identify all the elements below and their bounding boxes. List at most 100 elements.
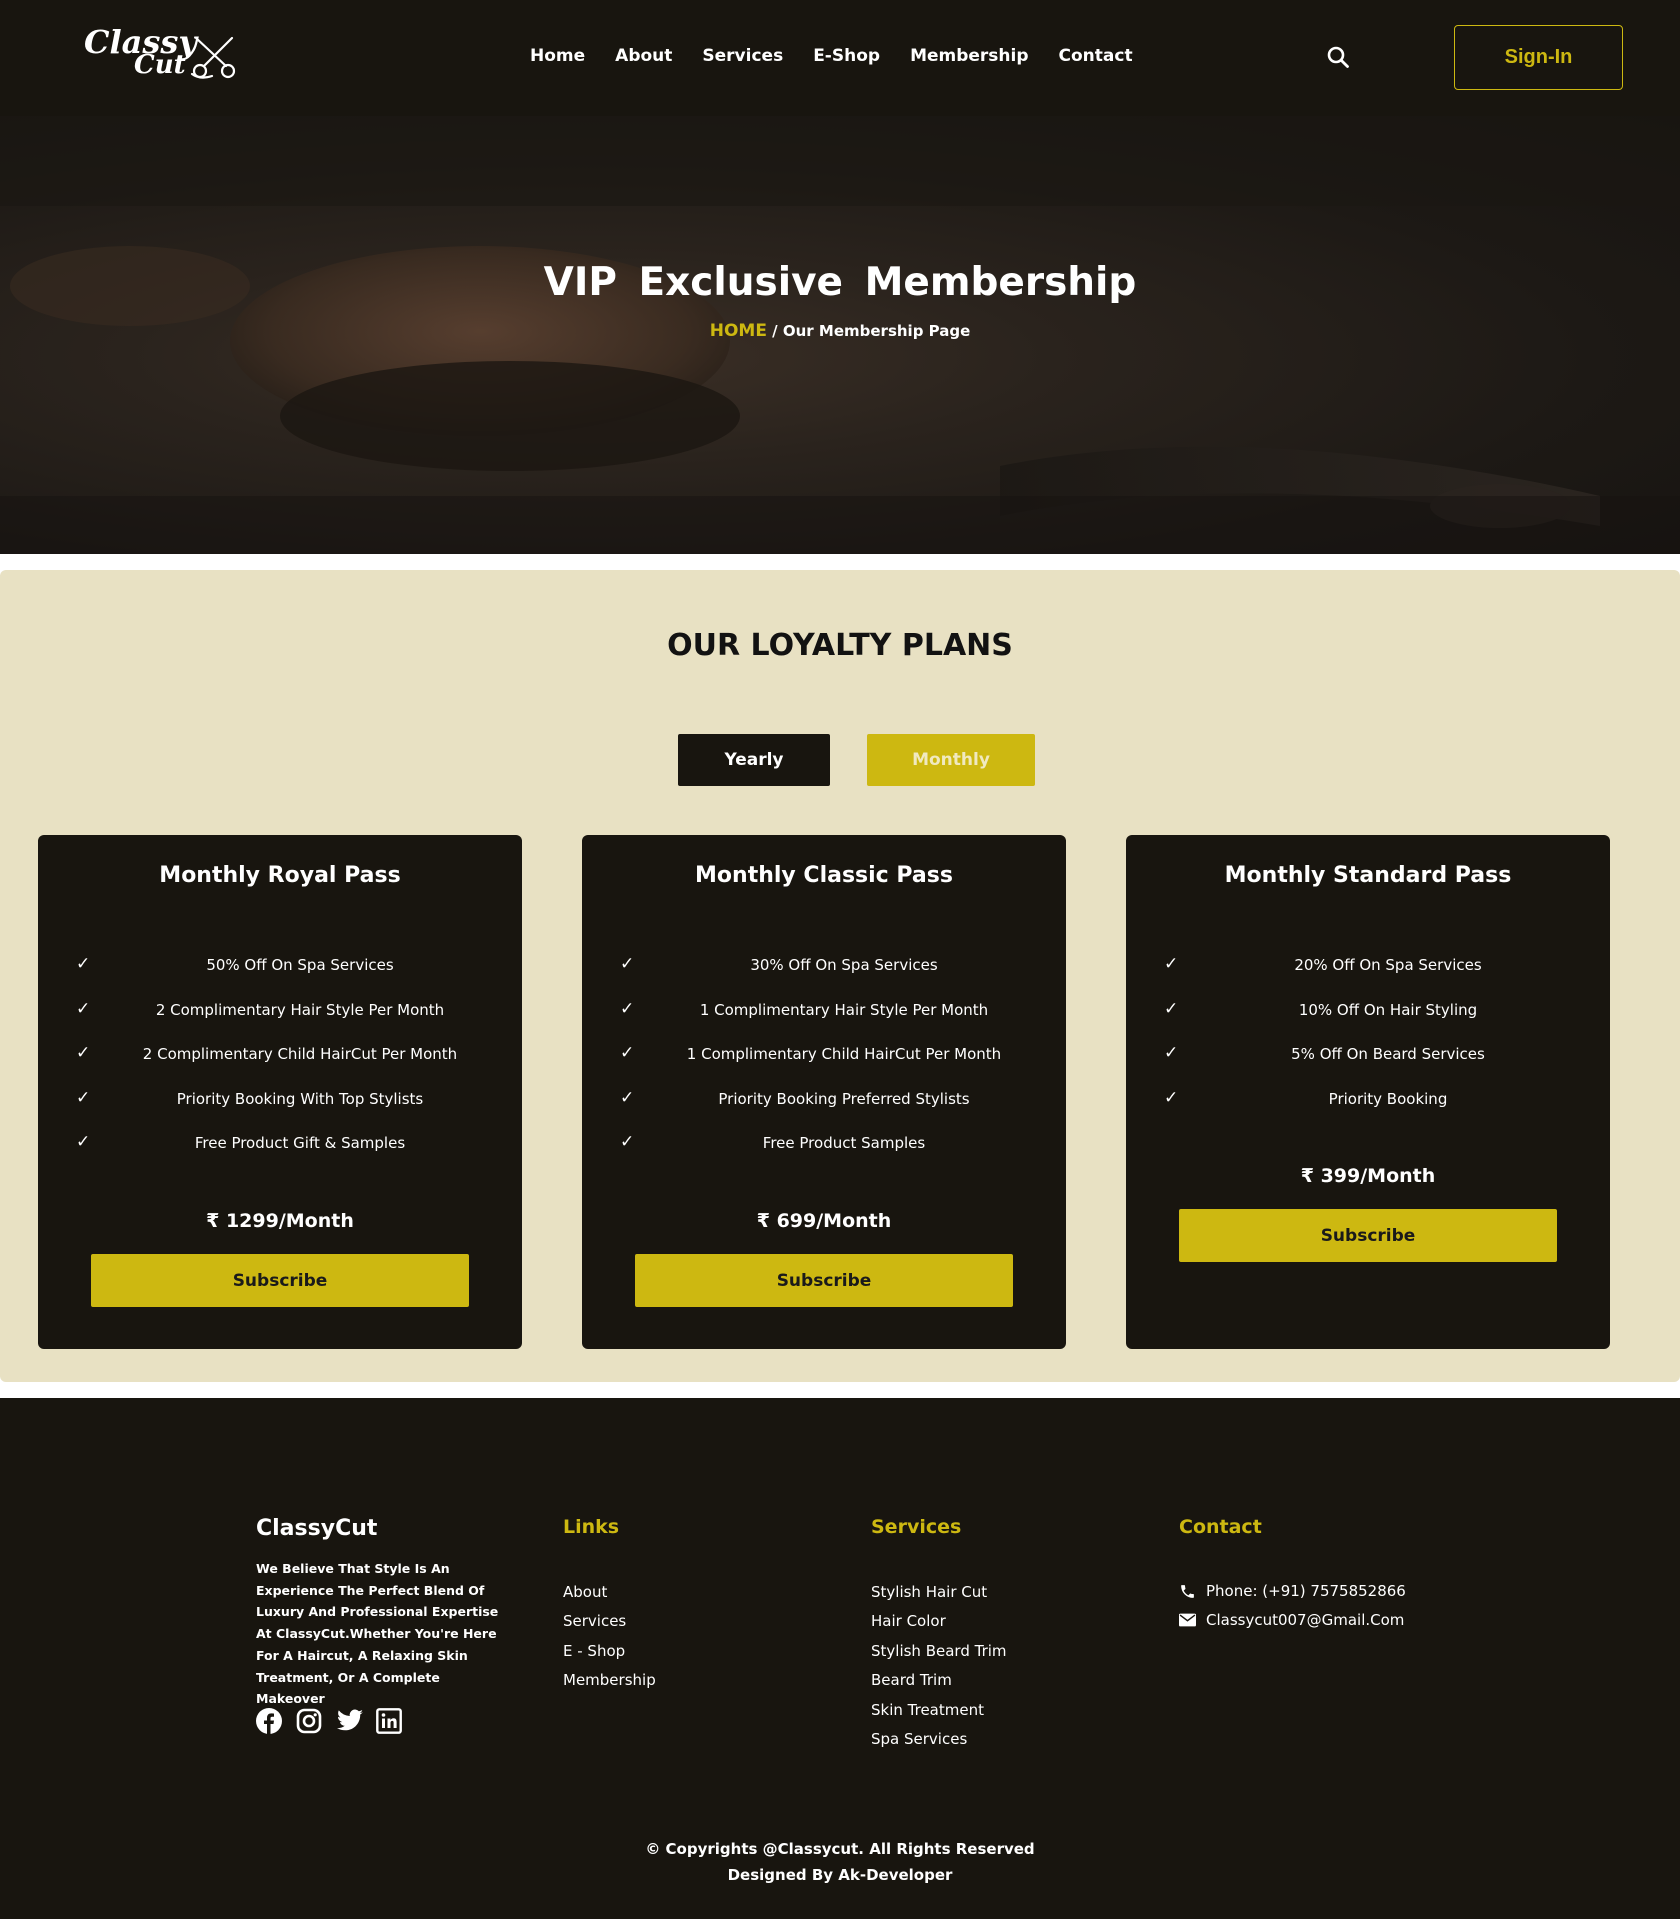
subscribe-button[interactable]: Subscribe — [635, 1254, 1013, 1307]
plan-feature: ✓ 5% Off On Beard Services — [1126, 1043, 1610, 1067]
plan-feature: ✓ 30% Off On Spa Services — [582, 954, 1066, 978]
check-icon: ✓ — [620, 1088, 635, 1108]
main-nav: Home About Services E-Shop Membership Co… — [530, 46, 1163, 66]
search-icon[interactable] — [1326, 45, 1350, 69]
feature-text: Free Product Gift & Samples — [194, 1134, 406, 1152]
designed-by-text: Designed By Ak-Developer — [727, 1866, 953, 1884]
footer-brand: ClassyCut — [256, 1516, 378, 1541]
yearly-toggle-button[interactable]: Yearly — [678, 734, 830, 786]
plan-feature: ✓ 50% Off On Spa Services — [38, 954, 522, 978]
feature-text: 2 Complimentary Hair Style Per Month — [155, 1001, 445, 1019]
footer-service-item[interactable]: Skin Treatment — [871, 1696, 1007, 1725]
subscribe-button[interactable]: Subscribe — [91, 1254, 469, 1307]
footer-contact-heading: Contact — [1179, 1516, 1262, 1538]
check-icon: ✓ — [620, 999, 635, 1019]
check-icon: ✓ — [1164, 999, 1179, 1019]
check-icon: ✓ — [76, 1088, 91, 1108]
plan-feature: ✓ Priority Booking — [1126, 1088, 1610, 1112]
breadcrumb-home-link[interactable]: HOME — [710, 321, 767, 341]
social-links — [256, 1708, 402, 1734]
plan-card-royal: Monthly Royal Pass ✓ 50% Off On Spa Servi… — [38, 835, 522, 1349]
breadcrumb-current: / Our Membership Page — [766, 322, 971, 340]
plan-price: ₹ 1299/Month — [206, 1210, 354, 1232]
feature-text: 1 Complimentary Child HairCut Per Month — [686, 1045, 1002, 1063]
plan-feature: ✓ Priority Booking With Top Stylists — [38, 1088, 522, 1112]
instagram-icon[interactable] — [296, 1708, 322, 1734]
check-icon: ✓ — [620, 1043, 635, 1063]
check-icon: ✓ — [76, 999, 91, 1019]
footer-description: We Believe That Style Is An Experience T… — [256, 1561, 499, 1707]
footer-service-item[interactable]: Spa Services — [871, 1725, 1007, 1754]
phone-icon — [1181, 1584, 1194, 1598]
plan-feature: ✓ Free Product Gift & Samples — [38, 1132, 522, 1156]
plan-price: ₹ 399/Month — [1300, 1165, 1436, 1187]
plan-title: Monthly Classic Pass — [695, 863, 953, 888]
copyright-text: © Copyrights @Classycut. All Rights Rese… — [645, 1840, 1035, 1858]
nav-services[interactable]: Services — [702, 46, 783, 66]
scissors-icon — [190, 36, 236, 79]
plan-feature: ✓ 1 Complimentary Child HairCut Per Month — [582, 1043, 1066, 1067]
nav-eshop[interactable]: E-Shop — [813, 46, 880, 66]
nav-membership[interactable]: Membership — [910, 46, 1028, 66]
plans-heading: OUR LOYALTY PLANS — [667, 628, 1013, 663]
plan-feature: ✓ 2 Complimentary Hair Style Per Month — [38, 999, 522, 1023]
footer-links-list: About Services E - Shop Membership — [563, 1578, 656, 1696]
feature-text: Free Product Samples — [762, 1134, 926, 1152]
feature-text: 20% Off On Spa Services — [1294, 956, 1482, 974]
footer-link-about[interactable]: About — [563, 1578, 656, 1607]
check-icon: ✓ — [620, 1132, 635, 1152]
plan-feature: ✓ 10% Off On Hair Styling — [1126, 999, 1610, 1023]
plan-feature: ✓ 1 Complimentary Hair Style Per Month — [582, 999, 1066, 1023]
nav-about[interactable]: About — [615, 46, 672, 66]
copyright: © Copyrights @Classycut. All Rights Rese… — [0, 1836, 1680, 1888]
check-icon: ✓ — [76, 1043, 91, 1063]
linkedin-icon[interactable] — [376, 1708, 402, 1734]
feature-text: Priority Booking — [1328, 1090, 1448, 1108]
check-icon: ✓ — [1164, 954, 1179, 974]
feature-text: 30% Off On Spa Services — [750, 956, 938, 974]
breadcrumb: HOME / Our Membership Page — [0, 321, 1680, 341]
footer-link-membership[interactable]: Membership — [563, 1666, 656, 1695]
plan-card-standard: Monthly Standard Pass ✓ 20% Off On Spa Se… — [1126, 835, 1610, 1349]
footer-email[interactable]: Classycut007@Gmail.Com — [1179, 1611, 1404, 1629]
plan-feature: ✓ 20% Off On Spa Services — [1126, 954, 1610, 978]
check-icon: ✓ — [1164, 1043, 1179, 1063]
feature-text: 10% Off On Hair Styling — [1298, 1001, 1478, 1019]
footer-link-eshop[interactable]: E - Shop — [563, 1637, 656, 1666]
feature-text: Priority Booking Preferred Stylists — [718, 1090, 970, 1108]
feature-text: Priority Booking With Top Stylists — [176, 1090, 424, 1108]
site-header: Classy Cut Home About Services E-Shop Me… — [0, 0, 1680, 116]
check-icon: ✓ — [1164, 1088, 1179, 1108]
footer-service-item[interactable]: Stylish Hair Cut — [871, 1578, 1007, 1607]
plan-feature: ✓ 2 Complimentary Child HairCut Per Month — [38, 1043, 522, 1067]
footer-services-heading: Services — [871, 1516, 962, 1538]
nav-home[interactable]: Home — [530, 46, 585, 66]
feature-text: 2 Complimentary Child HairCut Per Month — [142, 1045, 458, 1063]
plan-title: Monthly Royal Pass — [159, 863, 401, 888]
mail-icon — [1179, 1613, 1196, 1627]
footer-service-item[interactable]: Beard Trim — [871, 1666, 1007, 1695]
subscribe-button[interactable]: Subscribe — [1179, 1209, 1557, 1262]
monthly-toggle-button[interactable]: Monthly — [867, 734, 1035, 786]
sign-in-button[interactable]: Sign-In — [1454, 25, 1623, 90]
logo[interactable]: Classy Cut — [82, 24, 242, 84]
feature-text: 50% Off On Spa Services — [206, 956, 394, 974]
email-text: Classycut007@Gmail.Com — [1206, 1611, 1405, 1629]
footer-service-item[interactable]: Stylish Beard Trim — [871, 1637, 1007, 1666]
footer-service-item[interactable]: Hair Color — [871, 1607, 1007, 1636]
twitter-icon[interactable] — [336, 1708, 363, 1734]
footer-services-list: Stylish Hair Cut Hair Color Stylish Bear… — [871, 1578, 1007, 1754]
footer-link-services[interactable]: Services — [563, 1607, 656, 1636]
logo-line-2: Cut — [134, 50, 186, 80]
nav-contact[interactable]: Contact — [1059, 46, 1133, 66]
plan-feature: ✓ Priority Booking Preferred Stylists — [582, 1088, 1066, 1112]
footer-phone[interactable]: Phone: (+91) 7575852866 — [1179, 1582, 1406, 1600]
plan-feature: ✓ Free Product Samples — [582, 1132, 1066, 1156]
plan-title: Monthly Standard Pass — [1224, 863, 1512, 888]
feature-text: 5% Off On Beard Services — [1291, 1045, 1485, 1063]
feature-text: 1 Complimentary Hair Style Per Month — [699, 1001, 989, 1019]
site-footer: ClassyCut We Believe That Style Is An Ex… — [0, 1398, 1680, 1919]
facebook-icon[interactable] — [256, 1708, 282, 1734]
check-icon: ✓ — [76, 1132, 91, 1152]
footer-links-heading: Links — [563, 1516, 620, 1538]
